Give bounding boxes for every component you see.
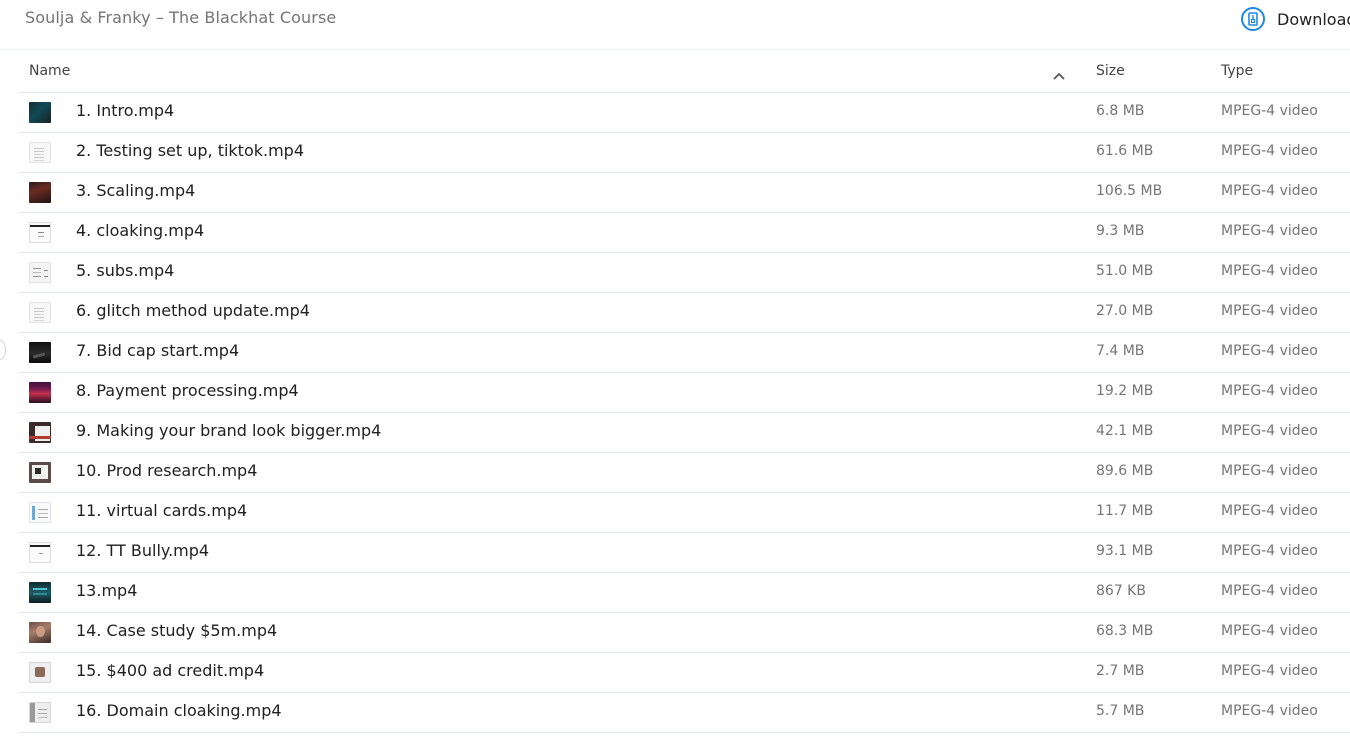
table-row[interactable]: 2. Testing set up, tiktok.mp4 61.6 MB MPEG… bbox=[18, 133, 1350, 173]
video-thumbnail bbox=[29, 702, 51, 723]
table-row[interactable]: 9. Making your brand look bigger.mp4 42.1… bbox=[18, 413, 1350, 453]
file-type: MPEG-4 video bbox=[1221, 423, 1318, 439]
file-type: MPEG-4 video bbox=[1221, 223, 1318, 239]
file-size: 106.5 MB bbox=[1096, 183, 1163, 199]
table-header: Name Size Type bbox=[18, 50, 1350, 93]
file-type: MPEG-4 video bbox=[1221, 703, 1318, 719]
file-name[interactable]: 15. $400 ad credit.mp4 bbox=[76, 661, 264, 680]
file-type: MPEG-4 video bbox=[1221, 263, 1318, 279]
file-table: Name Size Type 1. Intro.mp4 6.8 MB MPEG-4 … bbox=[0, 50, 1350, 733]
file-name[interactable]: 8. Payment processing.mp4 bbox=[76, 381, 299, 400]
file-name[interactable]: 12. TT Bully.mp4 bbox=[76, 541, 209, 560]
table-row[interactable]: 1. Intro.mp4 6.8 MB MPEG-4 video bbox=[18, 93, 1350, 133]
table-row[interactable]: 14. Case study $5m.mp4 68.3 MB MPEG-4 vide… bbox=[18, 613, 1350, 653]
video-thumbnail bbox=[29, 222, 51, 243]
file-name[interactable]: 13.mp4 bbox=[76, 581, 137, 600]
file-name[interactable]: 5. subs.mp4 bbox=[76, 261, 174, 280]
download-archive-icon bbox=[1241, 7, 1265, 31]
video-thumbnail bbox=[29, 502, 51, 523]
table-row[interactable]: 4. cloaking.mp4 9.3 MB MPEG-4 video bbox=[18, 213, 1350, 253]
video-thumbnail bbox=[29, 342, 51, 363]
table-row[interactable]: 5. subs.mp4 51.0 MB MPEG-4 video bbox=[18, 253, 1350, 293]
column-header-type[interactable]: Type bbox=[1221, 63, 1253, 79]
file-name[interactable]: 16. Domain cloaking.mp4 bbox=[76, 701, 282, 720]
file-size: 93.1 MB bbox=[1096, 543, 1154, 559]
table-row[interactable]: 13.mp4 867 KB MPEG-4 video bbox=[18, 573, 1350, 613]
column-header-name[interactable]: Name bbox=[29, 63, 70, 79]
table-body: 1. Intro.mp4 6.8 MB MPEG-4 video 2. Testing… bbox=[0, 93, 1350, 733]
file-type: MPEG-4 video bbox=[1221, 583, 1318, 599]
video-thumbnail bbox=[29, 102, 51, 123]
video-thumbnail bbox=[29, 182, 51, 203]
file-size: 7.4 MB bbox=[1096, 343, 1145, 359]
file-type: MPEG-4 video bbox=[1221, 663, 1318, 679]
file-type: MPEG-4 video bbox=[1221, 183, 1318, 199]
table-row[interactable]: 10. Prod research.mp4 89.6 MB MPEG-4 video bbox=[18, 453, 1350, 493]
column-header-size[interactable]: Size bbox=[1096, 63, 1125, 79]
file-type: MPEG-4 video bbox=[1221, 103, 1318, 119]
file-size: 61.6 MB bbox=[1096, 143, 1154, 159]
folder-title: Soulja & Franky – The Blackhat Course bbox=[25, 8, 337, 27]
video-thumbnail bbox=[29, 302, 51, 323]
table-row[interactable]: 6. glitch method update.mp4 27.0 MB MPEG-4… bbox=[18, 293, 1350, 333]
file-name[interactable]: 6. glitch method update.mp4 bbox=[76, 301, 310, 320]
file-name[interactable]: 4. cloaking.mp4 bbox=[76, 221, 204, 240]
file-size: 6.8 MB bbox=[1096, 103, 1145, 119]
file-name[interactable]: 9. Making your brand look bigger.mp4 bbox=[76, 421, 381, 440]
file-size: 5.7 MB bbox=[1096, 703, 1145, 719]
file-type: MPEG-4 video bbox=[1221, 383, 1318, 399]
table-row[interactable]: 7. Bid cap start.mp4 7.4 MB MPEG-4 video bbox=[18, 333, 1350, 373]
file-size: 42.1 MB bbox=[1096, 423, 1154, 439]
file-type: MPEG-4 video bbox=[1221, 543, 1318, 559]
video-thumbnail bbox=[29, 662, 51, 683]
file-type: MPEG-4 video bbox=[1221, 503, 1318, 519]
video-thumbnail bbox=[29, 462, 51, 483]
file-type: MPEG-4 video bbox=[1221, 303, 1318, 319]
table-row[interactable]: 12. TT Bully.mp4 93.1 MB MPEG-4 video bbox=[18, 533, 1350, 573]
table-row[interactable]: 16. Domain cloaking.mp4 5.7 MB MPEG-4 vide… bbox=[18, 693, 1350, 733]
sort-ascending-icon[interactable] bbox=[1053, 66, 1065, 80]
file-name[interactable]: 3. Scaling.mp4 bbox=[76, 181, 195, 200]
file-size: 867 KB bbox=[1096, 583, 1146, 599]
file-size: 19.2 MB bbox=[1096, 383, 1154, 399]
file-name[interactable]: 2. Testing set up, tiktok.mp4 bbox=[76, 141, 304, 160]
file-type: MPEG-4 video bbox=[1221, 143, 1318, 159]
video-thumbnail bbox=[29, 262, 51, 283]
file-size: 51.0 MB bbox=[1096, 263, 1154, 279]
file-size: 68.3 MB bbox=[1096, 623, 1154, 639]
file-type: MPEG-4 video bbox=[1221, 623, 1318, 639]
file-size: 9.3 MB bbox=[1096, 223, 1145, 239]
top-bar: Soulja & Franky – The Blackhat Course Do… bbox=[0, 0, 1350, 50]
video-thumbnail bbox=[29, 542, 51, 563]
video-thumbnail bbox=[29, 582, 51, 603]
file-size: 27.0 MB bbox=[1096, 303, 1154, 319]
file-size: 11.7 MB bbox=[1096, 503, 1154, 519]
download-button[interactable]: Download bbox=[1239, 4, 1350, 34]
file-type: MPEG-4 video bbox=[1221, 463, 1318, 479]
table-row[interactable]: 11. virtual cards.mp4 11.7 MB MPEG-4 video bbox=[18, 493, 1350, 533]
file-name[interactable]: 7. Bid cap start.mp4 bbox=[76, 341, 239, 360]
table-row[interactable]: 8. Payment processing.mp4 19.2 MB MPEG-4 v… bbox=[18, 373, 1350, 413]
video-thumbnail bbox=[29, 422, 51, 443]
file-size: 89.6 MB bbox=[1096, 463, 1154, 479]
table-row[interactable]: 15. $400 ad credit.mp4 2.7 MB MPEG-4 video bbox=[18, 653, 1350, 693]
video-thumbnail bbox=[29, 622, 51, 643]
file-name[interactable]: 1. Intro.mp4 bbox=[76, 101, 174, 120]
video-thumbnail bbox=[29, 142, 51, 163]
download-label: Download bbox=[1277, 9, 1350, 29]
file-name[interactable]: 14. Case study $5m.mp4 bbox=[76, 621, 277, 640]
file-type: MPEG-4 video bbox=[1221, 343, 1318, 359]
video-thumbnail bbox=[29, 382, 51, 403]
file-size: 2.7 MB bbox=[1096, 663, 1145, 679]
table-row[interactable]: 3. Scaling.mp4 106.5 MB MPEG-4 video bbox=[18, 173, 1350, 213]
file-name[interactable]: 10. Prod research.mp4 bbox=[76, 461, 257, 480]
file-name[interactable]: 11. virtual cards.mp4 bbox=[76, 501, 247, 520]
